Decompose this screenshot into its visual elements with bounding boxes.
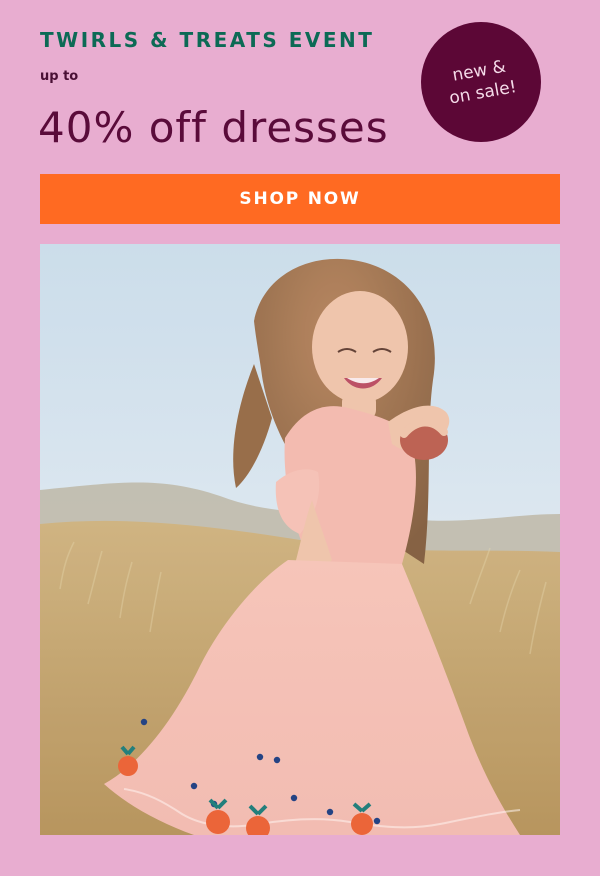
- event-title: TWIRLS & TREATS EVENT: [40, 28, 375, 52]
- new-on-sale-badge: new & on sale!: [421, 22, 541, 142]
- badge-text: new & on sale!: [447, 56, 519, 109]
- hero-photo[interactable]: [40, 244, 560, 835]
- offer-prefix: up to: [40, 69, 79, 84]
- girl-in-pink-dress-photo: [40, 244, 560, 835]
- shop-now-button[interactable]: SHOP NOW: [40, 174, 560, 224]
- offer-headline: 40% off dresses: [38, 103, 389, 152]
